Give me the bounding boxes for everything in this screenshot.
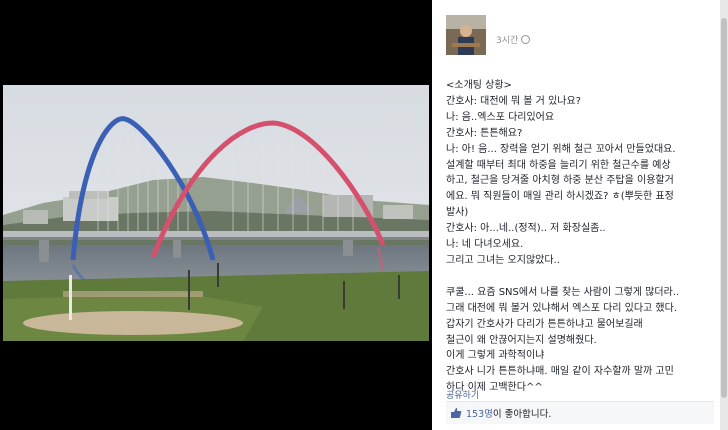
like-count[interactable]: 153명 xyxy=(466,406,493,420)
post-line: <소개팅 상황> xyxy=(446,80,512,91)
post-line: 간호사 니가 튼튼하냐매. 매일 같이 자수할까 말까 고민 xyxy=(446,366,674,378)
globe-icon xyxy=(521,35,531,44)
expo-bridge-photo xyxy=(3,85,429,341)
post-line: 하다 이제 고백한다^^ xyxy=(446,382,543,394)
scrollbar-thumb[interactable] xyxy=(721,18,727,398)
post-line: 간호사: 아...네..(정적).. 저 화장실좀.. xyxy=(446,223,606,235)
post-text: <소개팅 상황> 간호사: 대전에 뭐 볼 거 있나요? 나: 음..엑스포 다리있… xyxy=(446,78,714,396)
like-suffix: 이 좋아합니다. xyxy=(492,409,552,420)
post-line: 에요. 뭐 직원들이 매일 관리 하시겠죠? ㅎ(뿌듯한 표정 xyxy=(446,191,674,203)
post-meta: 3시간 xyxy=(496,33,531,46)
thumbs-up-icon xyxy=(451,408,462,418)
post-line: 이게 그렇게 과학적이냐 xyxy=(446,350,545,362)
post-sidebar: 3시간 <소개팅 상황> 간호사: 대전에 뭐 볼 거 있나요? 나: 음..엑스포… xyxy=(432,0,720,430)
post-line xyxy=(446,269,714,285)
post-line: 그리고 그녀는 오지않았다.. xyxy=(446,254,560,266)
post-line: 간호사: 대전에 뭐 볼 거 있나요? xyxy=(446,95,581,107)
post-timestamp[interactable]: 3시간 xyxy=(496,33,518,46)
post-line: 갑자기 간호사가 다리가 튼튼하냐고 물어보길래 xyxy=(446,318,643,330)
post-line: 발사) xyxy=(446,207,469,219)
post-line: 설계할 때부터 최대 하중을 늘리기 위한 철근수를 예상 xyxy=(446,159,671,171)
post-line: 나: 음..엑스포 다리있어요 xyxy=(446,111,555,123)
likes-bar: 153명 이 좋아합니다. xyxy=(446,401,714,424)
post-line: 하고, 철근을 당겨줄 아치형 하중 분산 주탑을 이용할거 xyxy=(446,175,674,187)
share-link[interactable]: 공유하기 xyxy=(446,388,479,401)
scrollbar[interactable] xyxy=(720,0,728,430)
avatar[interactable] xyxy=(446,15,486,55)
post-line: 나: 네 다녀오세요. xyxy=(446,239,524,251)
post-line: 나: 아! 음... 장력을 얻기 위해 철근 꼬아서 만들었대요. xyxy=(446,143,676,155)
post-line: 그래 대전에 뭐 볼거 있냐해서 엑스포 다리 있다고 했다. xyxy=(446,302,678,314)
post-line: 간호사: 튼튼해요? xyxy=(446,127,523,139)
photo-viewer xyxy=(0,0,430,430)
post-line: 쿠쿨... 요즘 SNS에서 나를 찾는 사람이 그렇게 많더라.. xyxy=(446,286,680,298)
post-line: 철근이 왜 안끊어지는지 설명해줬다. xyxy=(446,334,597,346)
